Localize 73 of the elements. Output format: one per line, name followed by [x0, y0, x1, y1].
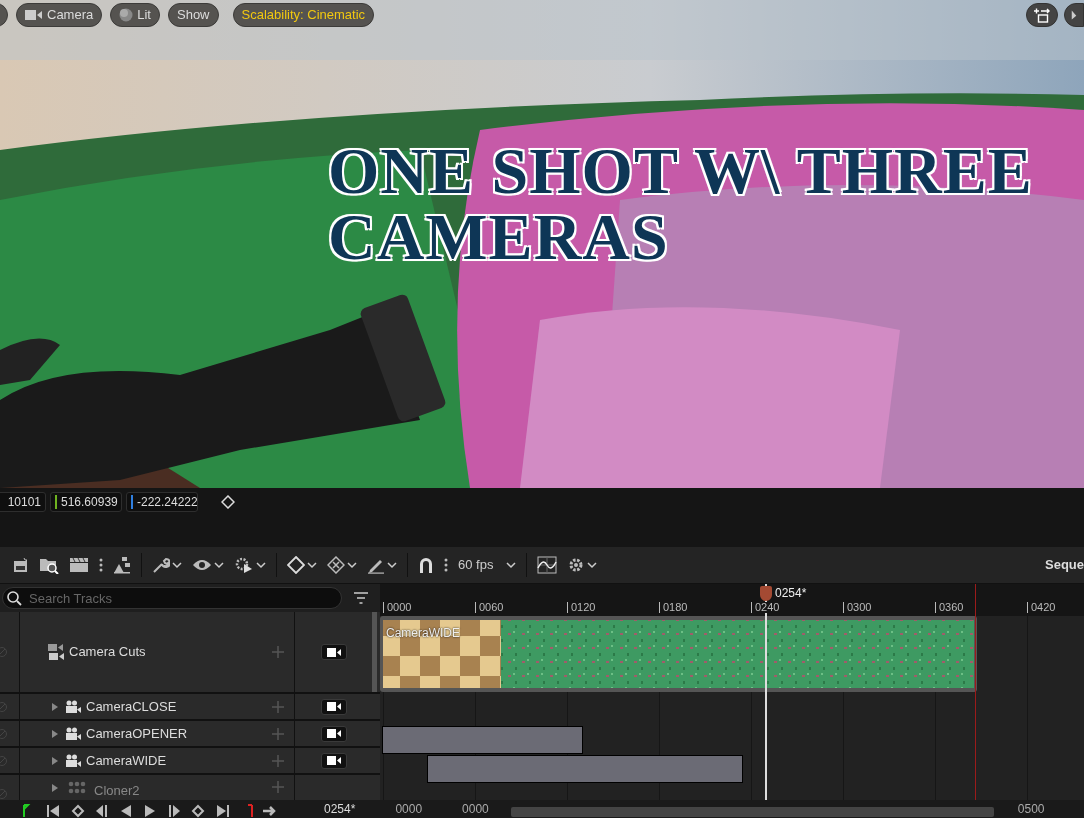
ruler-label: 0420 — [1027, 602, 1056, 613]
save-icon — [13, 557, 29, 573]
video-camera-icon — [326, 647, 341, 657]
range-start: 0000 — [462, 801, 489, 818]
search-field[interactable]: Search Tracks — [2, 587, 342, 609]
video-camera-icon — [326, 729, 341, 738]
track-label: Camera Cuts — [69, 643, 146, 662]
camera-clip[interactable] — [427, 755, 743, 783]
ruler-label: 0060 — [475, 602, 504, 613]
clapperboard-icon — [69, 557, 89, 573]
timeline-scrollbar[interactable] — [510, 807, 994, 817]
camera-lock-button[interactable] — [320, 725, 347, 742]
ruler-label: 0180 — [659, 602, 688, 613]
range-end: 0500 — [1017, 801, 1045, 818]
coordinate-field[interactable]: -222.24222 — [126, 491, 198, 512]
curve-icon — [537, 556, 558, 574]
search-icon — [6, 590, 22, 606]
ruler-label: 0120 — [567, 602, 596, 613]
caret-icon — [387, 561, 397, 569]
track-label: CameraOPENER — [86, 724, 188, 743]
caret-icon — [506, 561, 517, 569]
caret-icon — [347, 561, 357, 569]
camera-cuts-icon — [48, 643, 64, 661]
video-camera-icon — [25, 9, 43, 21]
kebab-icon — [444, 558, 448, 572]
playhead-time: 0254* — [775, 585, 807, 602]
eye-icon — [192, 558, 212, 572]
magnet-icon — [418, 556, 434, 574]
camera-actor-icon — [65, 753, 81, 768]
camera-lock-button[interactable] — [320, 698, 347, 715]
folder-search-icon — [39, 556, 59, 574]
video-camera-icon — [326, 756, 341, 765]
playhead-handle[interactable] — [760, 586, 772, 601]
caret-icon — [214, 561, 224, 569]
video-camera-icon — [326, 702, 341, 711]
view-start: 0000 — [395, 801, 423, 818]
view-mode-button[interactable]: Lit — [110, 3, 160, 27]
camera-actor-icon — [65, 726, 81, 741]
wrench-icon — [152, 556, 170, 574]
add-window-icon — [1033, 7, 1051, 23]
caret-icon — [256, 561, 266, 569]
coordinate-field[interactable]: 516.60939 — [50, 491, 122, 512]
sphere-icon — [119, 8, 134, 22]
filter-icon — [353, 592, 369, 604]
camera-actor-icon — [65, 699, 81, 714]
current-frame: 0254* — [324, 800, 356, 818]
track-label: CameraWIDE — [86, 751, 167, 770]
ruler-label: 0360 — [935, 602, 964, 613]
coordinate-field[interactable]: 10101 — [0, 491, 46, 512]
expand-arrow[interactable] — [50, 781, 60, 795]
ruler-label: 0000 — [383, 602, 412, 613]
diamond-icon — [221, 494, 235, 509]
frame-rate-dropdown[interactable]: 60 fps — [453, 550, 522, 580]
hierarchy-icon — [113, 556, 131, 574]
sequence-title: Seque — [1045, 556, 1084, 575]
caret-icon — [172, 561, 182, 569]
camera-clip[interactable] — [382, 726, 583, 754]
scrollbar[interactable] — [372, 612, 377, 692]
track-label: Cloner2 — [94, 782, 140, 800]
kebab-icon — [99, 558, 103, 572]
camera-lock-button[interactable] — [320, 644, 347, 660]
ruler-label: 0300 — [843, 602, 872, 613]
camera-lock-button[interactable] — [320, 752, 347, 769]
track-label: CameraCLOSE — [86, 697, 177, 716]
diamond-icon — [287, 556, 305, 574]
caret-icon — [307, 561, 317, 569]
camera-button[interactable]: Camera — [16, 3, 103, 27]
scalability-button[interactable]: Scalability: Cinematic — [232, 3, 375, 27]
ruler-label: 0240 — [751, 602, 780, 613]
diamond-x-icon — [327, 556, 345, 574]
cursor-icon — [1071, 8, 1077, 22]
gear-play-icon — [234, 556, 254, 574]
caret-icon — [587, 561, 598, 569]
